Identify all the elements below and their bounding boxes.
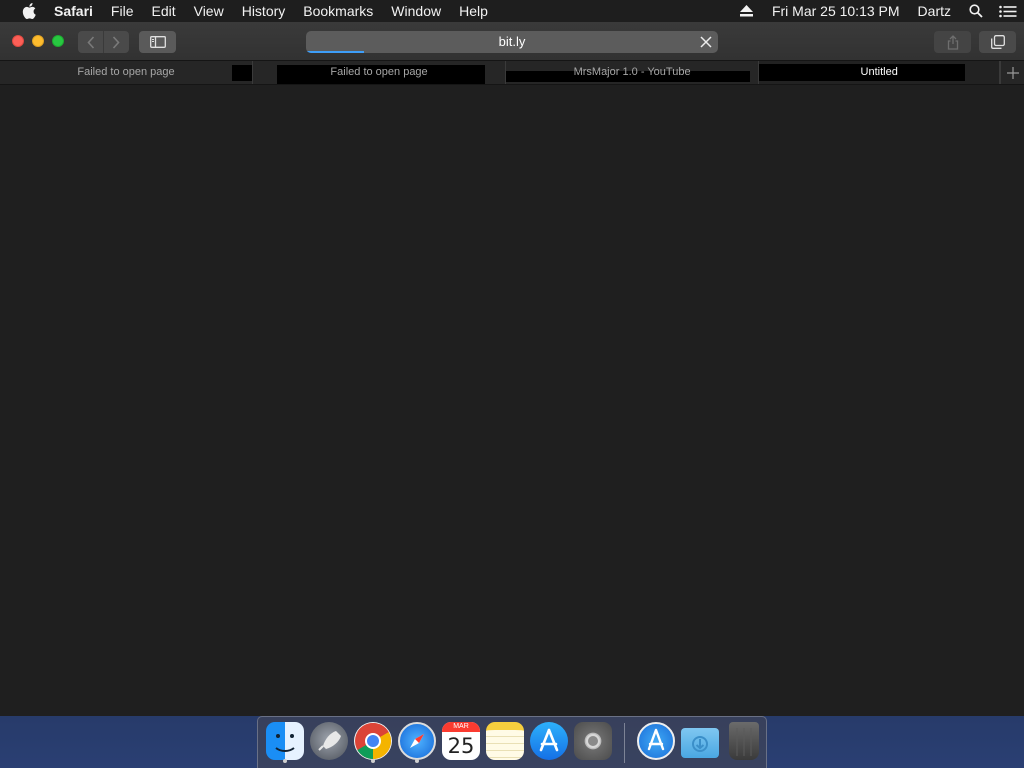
calendar-month: MAR xyxy=(442,722,480,732)
chrome-icon xyxy=(354,722,392,760)
redaction-box xyxy=(232,65,253,81)
close-icon xyxy=(700,36,712,48)
menu-view[interactable]: View xyxy=(185,0,233,22)
dock-app-store[interactable] xyxy=(527,717,571,763)
spotlight-icon[interactable] xyxy=(966,0,986,22)
menu-window[interactable]: Window xyxy=(382,0,450,22)
dock-finder[interactable] xyxy=(263,717,307,763)
tab-title: MrsMajor 1.0 - YouTube xyxy=(573,66,691,78)
sidebar-toggle-button[interactable] xyxy=(139,31,176,53)
dock-downloads[interactable] xyxy=(678,717,722,763)
back-forward-group xyxy=(78,31,129,53)
menu-file[interactable]: File xyxy=(102,0,143,22)
running-indicator xyxy=(283,759,287,763)
tab[interactable]: Failed to open page xyxy=(253,61,507,84)
page-content[interactable] xyxy=(0,86,1024,716)
tab[interactable]: MrsMajor 1.0 - YouTube xyxy=(506,61,760,84)
running-indicator xyxy=(371,759,375,763)
safari-compass-icon xyxy=(398,722,436,760)
safari-window: bit.ly Failed to open page Failed to ope… xyxy=(0,22,1024,716)
notification-center-icon[interactable] xyxy=(998,0,1018,22)
back-button[interactable] xyxy=(78,31,103,53)
menu-edit[interactable]: Edit xyxy=(142,0,184,22)
folder-icon xyxy=(681,728,719,758)
tab-title: Failed to open page xyxy=(77,66,175,78)
trash-icon xyxy=(729,722,759,760)
show-all-tabs-button[interactable] xyxy=(979,31,1016,53)
close-window-button[interactable] xyxy=(12,35,24,47)
share-icon xyxy=(947,34,958,50)
calendar-day: 25 xyxy=(447,734,475,758)
calendar-icon: MAR 25 xyxy=(442,722,480,760)
menubar-user[interactable]: Dartz xyxy=(909,0,960,22)
app-store-icon xyxy=(530,722,568,760)
dock-notes[interactable] xyxy=(483,717,527,763)
minimize-window-button[interactable] xyxy=(32,35,44,47)
dock-separator xyxy=(624,723,625,763)
plus-icon xyxy=(1006,66,1019,79)
chevron-left-icon xyxy=(86,35,94,49)
chevron-right-icon xyxy=(112,35,120,49)
tab-bar: Failed to open page Failed to open page … xyxy=(0,61,1024,85)
page-load-progress-bar xyxy=(306,51,364,53)
dock-chrome[interactable] xyxy=(351,717,395,763)
dock-safari[interactable] xyxy=(395,717,439,763)
stop-loading-button[interactable] xyxy=(698,34,714,50)
address-bar[interactable]: bit.ly xyxy=(306,31,718,53)
dock-app-store-installer[interactable] xyxy=(634,717,678,763)
forward-button[interactable] xyxy=(103,31,128,53)
dock: MAR 25 xyxy=(257,716,767,768)
address-bar-url: bit.ly xyxy=(498,34,526,49)
tab-title: Untitled xyxy=(860,66,898,78)
tab-overview-icon xyxy=(990,35,1005,49)
menu-app-safari[interactable]: Safari xyxy=(54,0,102,22)
new-tab-button[interactable] xyxy=(1000,61,1024,84)
finder-icon xyxy=(266,722,304,760)
menu-help[interactable]: Help xyxy=(450,0,497,22)
zoom-window-button[interactable] xyxy=(52,35,64,47)
dock-trash[interactable] xyxy=(722,717,766,763)
apple-icon[interactable] xyxy=(18,3,40,19)
sidebar-icon xyxy=(149,36,166,48)
toolbar: bit.ly xyxy=(0,22,1024,61)
menu-bookmarks[interactable]: Bookmarks xyxy=(294,0,382,22)
tab-active[interactable]: Untitled xyxy=(759,61,1001,84)
menubar-clock[interactable]: Fri Mar 25 10:13 PM xyxy=(763,0,909,22)
launchpad-icon xyxy=(310,722,348,760)
gear-icon xyxy=(574,722,612,760)
dock-launchpad[interactable] xyxy=(307,717,351,763)
running-indicator xyxy=(415,759,419,763)
tab-title: Failed to open page xyxy=(330,66,428,78)
tab[interactable]: Failed to open page xyxy=(0,61,254,84)
dock-system-preferences[interactable] xyxy=(571,717,615,763)
menu-history[interactable]: History xyxy=(233,0,295,22)
menu-bar: Safari File Edit View History Bookmarks … xyxy=(0,0,1024,22)
share-button[interactable] xyxy=(934,31,971,53)
notes-icon xyxy=(486,722,524,760)
eject-icon[interactable] xyxy=(737,0,757,22)
dock-calendar[interactable]: MAR 25 xyxy=(439,717,483,763)
app-store-icon xyxy=(637,722,675,760)
